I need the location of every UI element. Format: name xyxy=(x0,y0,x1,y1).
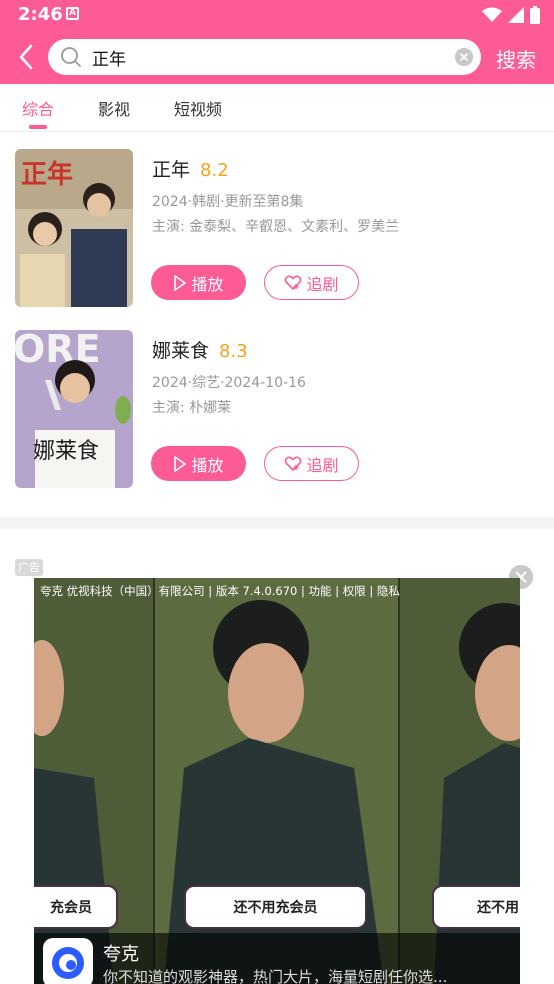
poster-image[interactable]: 正年 xyxy=(15,149,133,307)
result-title[interactable]: 娜莱食 xyxy=(152,340,209,362)
result-item[interactable]: 正年 正年 8.2 2024·韩剧·更新至第8集 主演: 金泰梨、辛叡恩、文素利、… xyxy=(0,149,554,309)
ad-company-line: 夸克 优视科技（中国）有限公司 | 版本 7.4.0.670 | 功能 | 权限… xyxy=(40,584,400,598)
heart-plus-icon xyxy=(285,274,302,290)
tab-movies[interactable]: 影视 xyxy=(98,96,130,120)
app-description: 你不知道的观影神器，热门大片，海量短剧任你选... xyxy=(103,968,448,984)
result-title[interactable]: 正年 xyxy=(152,159,190,181)
ad-banner-right: 还不用 xyxy=(432,885,520,929)
system-icons xyxy=(482,6,540,24)
result-cast: 主演: 朴娜莱 xyxy=(152,400,232,416)
play-button[interactable]: 播放 xyxy=(151,446,246,481)
tab-indicator xyxy=(29,125,47,129)
status-time: 2:46 xyxy=(18,4,63,25)
status-bar: 2:46 A xyxy=(0,0,554,30)
poster-title: 正年 xyxy=(21,159,73,190)
play-icon xyxy=(174,274,187,291)
result-info: 2024·韩剧·更新至第8集 xyxy=(152,194,304,210)
result-title-row[interactable]: 娜莱食 8.3 xyxy=(152,336,248,363)
search-input[interactable] xyxy=(92,43,432,71)
wifi-icon xyxy=(482,7,502,22)
poster-title: 娜莱食 xyxy=(33,439,99,464)
ad-badge-label: 广告 xyxy=(18,561,40,574)
play-label: 播放 xyxy=(191,274,224,294)
tab-short-video[interactable]: 短视频 xyxy=(174,96,222,120)
tab-bar: 综合 影视 短视频 xyxy=(0,84,554,132)
tab-comprehensive[interactable]: 综合 xyxy=(22,96,54,120)
search-box[interactable] xyxy=(48,39,481,75)
signal-icon xyxy=(508,7,524,23)
result-item[interactable]: ORE 娜莱食 娜莱食 8.3 2024·综艺·2024-10-16 主演: 朴娜… xyxy=(0,330,554,490)
search-button[interactable]: 搜索 xyxy=(496,44,536,73)
app-name[interactable]: 夸克 xyxy=(103,940,139,966)
ad-banner-left: 充会员 xyxy=(34,885,118,929)
result-score: 8.2 xyxy=(200,160,229,181)
follow-button[interactable]: 追剧 xyxy=(264,265,359,300)
play-label: 播放 xyxy=(191,455,224,475)
back-arrow-icon[interactable] xyxy=(14,42,38,72)
battery-icon xyxy=(530,6,540,24)
ad-badge: 广告 xyxy=(15,559,43,576)
ad-app-bar[interactable]: 夸克 你不知道的观影神器，热门大片，海量短剧任你选... xyxy=(34,933,520,984)
search-icon xyxy=(61,47,81,67)
app-icon[interactable] xyxy=(43,938,93,984)
ad-banner-center: 还不用充会员 xyxy=(184,885,367,929)
clear-icon[interactable] xyxy=(455,48,473,66)
ad-image[interactable]: 夸克 优视科技（中国）有限公司 | 版本 7.4.0.670 | 功能 | 权限… xyxy=(34,578,520,984)
result-score: 8.3 xyxy=(219,341,248,362)
follow-button[interactable]: 追剧 xyxy=(264,446,359,481)
result-title-row[interactable]: 正年 8.2 xyxy=(152,155,229,182)
follow-label: 追剧 xyxy=(306,274,339,294)
heart-plus-icon xyxy=(285,455,302,471)
result-info: 2024·综艺·2024-10-16 xyxy=(152,375,306,391)
poster-image[interactable]: ORE 娜莱食 xyxy=(15,330,133,488)
result-cast: 主演: 金泰梨、辛叡恩、文素利、罗美兰 xyxy=(152,219,400,235)
follow-label: 追剧 xyxy=(306,455,339,475)
notification-icon: A xyxy=(66,7,79,20)
section-divider xyxy=(0,517,554,529)
play-icon xyxy=(174,455,187,472)
play-button[interactable]: 播放 xyxy=(151,265,246,300)
